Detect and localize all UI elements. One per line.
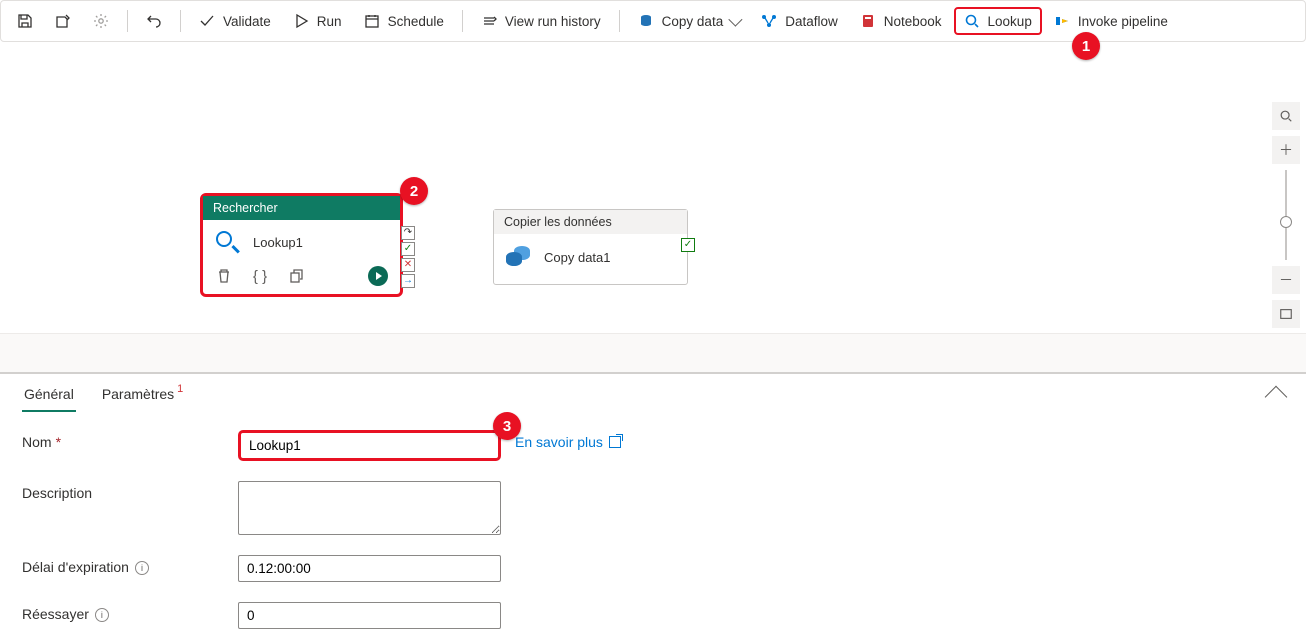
tab-parametres[interactable]: Paramètres1 bbox=[100, 382, 182, 412]
dataflow-label: Dataflow bbox=[785, 14, 838, 29]
zoom-in-button[interactable]: ＋ bbox=[1272, 136, 1300, 164]
pipeline-icon bbox=[1054, 13, 1070, 29]
port-completion-icon[interactable]: → bbox=[401, 274, 415, 288]
tab-badge: 1 bbox=[177, 383, 183, 395]
history-icon bbox=[481, 13, 497, 29]
pipeline-canvas[interactable]: Rechercher Lookup1 { } ↷ ✓ ✕ → 2 Copier … bbox=[0, 42, 1306, 372]
braces-icon[interactable]: { } bbox=[251, 267, 269, 285]
properties-panel: Général Paramètres1 Nom* 3 En savoir plu… bbox=[0, 372, 1306, 634]
zoom-out-button[interactable]: － bbox=[1272, 266, 1300, 294]
description-input[interactable] bbox=[238, 481, 501, 535]
port-success-icon[interactable]: ✓ bbox=[401, 242, 415, 256]
toolbar: Validate Run Schedule View run history C… bbox=[0, 0, 1306, 42]
learn-more-link[interactable]: En savoir plus bbox=[515, 430, 621, 450]
schedule-button[interactable]: Schedule bbox=[354, 7, 454, 35]
zoom-rail: ＋ － bbox=[1272, 102, 1300, 372]
invoke-label: Invoke pipeline bbox=[1078, 14, 1168, 29]
validate-label: Validate bbox=[223, 14, 271, 29]
save-as-icon bbox=[55, 13, 71, 29]
retry-input[interactable] bbox=[238, 602, 501, 629]
dataflow-button[interactable]: Dataflow bbox=[751, 7, 848, 35]
run-activity-icon[interactable] bbox=[368, 266, 388, 286]
invoke-pipeline-button[interactable]: Invoke pipeline bbox=[1044, 7, 1178, 35]
run-button[interactable]: Run bbox=[283, 7, 352, 35]
undo-icon bbox=[146, 13, 162, 29]
external-link-icon bbox=[609, 436, 621, 448]
description-label: Description bbox=[22, 481, 238, 501]
timeout-input[interactable] bbox=[238, 555, 501, 582]
lookup-icon bbox=[215, 230, 239, 254]
learn-more-label: En savoir plus bbox=[515, 434, 603, 450]
tab-parametres-label: Paramètres bbox=[102, 386, 174, 402]
port-skip-icon[interactable]: ↷ bbox=[401, 226, 415, 240]
name-input[interactable] bbox=[238, 430, 501, 461]
lookup-label: Lookup bbox=[988, 14, 1032, 29]
timeout-label: Délai d'expirationi bbox=[22, 555, 238, 576]
port-success-icon[interactable]: ✓ bbox=[681, 238, 695, 252]
notebook-button[interactable]: Notebook bbox=[850, 7, 952, 35]
copy-data-button[interactable]: Copy data bbox=[628, 7, 750, 35]
gear-icon bbox=[93, 13, 109, 29]
schedule-label: Schedule bbox=[388, 14, 444, 29]
dataflow-icon bbox=[761, 13, 777, 29]
port-fail-icon[interactable]: ✕ bbox=[401, 258, 415, 272]
save-as-button[interactable] bbox=[45, 7, 81, 35]
info-icon[interactable]: i bbox=[95, 608, 109, 622]
save-button[interactable] bbox=[7, 7, 43, 35]
callout-badge-3: 3 bbox=[493, 412, 521, 440]
notebook-icon bbox=[860, 13, 876, 29]
database-icon bbox=[638, 13, 654, 29]
search-canvas-button[interactable] bbox=[1272, 102, 1300, 130]
callout-badge-1: 1 bbox=[1072, 32, 1100, 60]
save-icon bbox=[17, 13, 33, 29]
copy-icon[interactable] bbox=[287, 267, 305, 285]
activity-copydata[interactable]: Copier les données Copy data1 ✓ bbox=[493, 209, 688, 285]
separator bbox=[127, 10, 128, 32]
panel-tabs: Général Paramètres1 bbox=[0, 374, 1306, 412]
panel-body: Nom* 3 En savoir plus Description Délai … bbox=[0, 412, 1306, 634]
delete-icon[interactable] bbox=[215, 267, 233, 285]
collapse-panel-icon[interactable] bbox=[1265, 386, 1288, 409]
play-icon bbox=[293, 13, 309, 29]
calendar-icon bbox=[364, 13, 380, 29]
database-icon bbox=[506, 246, 530, 268]
separator bbox=[180, 10, 181, 32]
activity-copydata-title: Copy data1 bbox=[544, 250, 611, 265]
chevron-down-icon bbox=[729, 13, 743, 27]
retry-label: Réessayeri bbox=[22, 602, 238, 623]
separator bbox=[619, 10, 620, 32]
view-history-button[interactable]: View run history bbox=[471, 7, 611, 35]
lookup-button[interactable]: Lookup bbox=[954, 7, 1042, 35]
activity-lookup[interactable]: Rechercher Lookup1 { } ↷ ✓ ✕ → bbox=[200, 193, 403, 297]
zoom-slider[interactable] bbox=[1285, 170, 1287, 260]
activity-lookup-header: Rechercher bbox=[203, 196, 400, 220]
layout-button[interactable] bbox=[1272, 334, 1300, 362]
check-icon bbox=[199, 13, 215, 29]
activity-lookup-title: Lookup1 bbox=[253, 235, 303, 250]
zoom-thumb[interactable] bbox=[1280, 216, 1292, 228]
settings-button[interactable] bbox=[83, 7, 119, 35]
activity-copydata-header: Copier les données bbox=[494, 210, 687, 234]
validate-button[interactable]: Validate bbox=[189, 7, 281, 35]
callout-badge-2: 2 bbox=[400, 177, 428, 205]
info-icon[interactable]: i bbox=[135, 561, 149, 575]
copy-data-label: Copy data bbox=[662, 14, 724, 29]
undo-button[interactable] bbox=[136, 7, 172, 35]
notebook-label: Notebook bbox=[884, 14, 942, 29]
name-label: Nom* bbox=[22, 430, 238, 450]
tab-general[interactable]: Général bbox=[22, 382, 76, 412]
run-label: Run bbox=[317, 14, 342, 29]
lookup-icon bbox=[964, 13, 980, 29]
tab-general-label: Général bbox=[24, 386, 74, 402]
separator bbox=[462, 10, 463, 32]
activity-ports: ↷ ✓ ✕ → bbox=[401, 226, 415, 288]
fit-button[interactable] bbox=[1272, 300, 1300, 328]
view-history-label: View run history bbox=[505, 14, 601, 29]
